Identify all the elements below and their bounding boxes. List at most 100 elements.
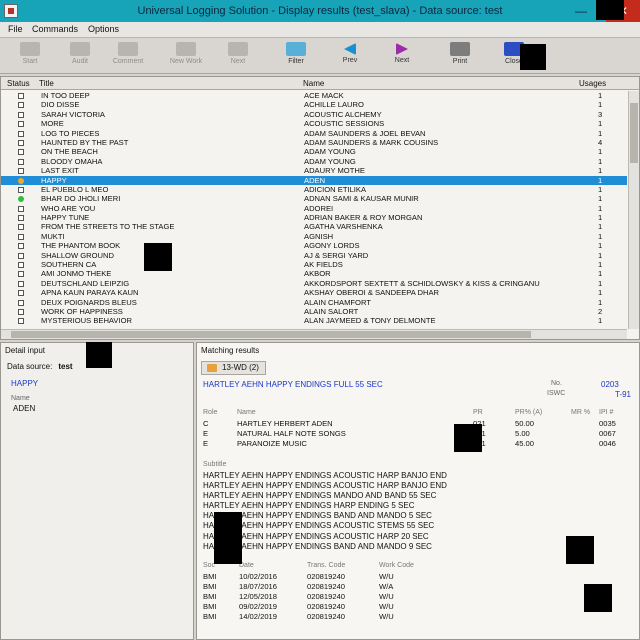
usage-date: 09/02/2019 bbox=[239, 602, 278, 611]
redaction-box bbox=[454, 424, 482, 452]
prev-button[interactable]: Prev bbox=[326, 40, 374, 72]
status-checkbox[interactable] bbox=[18, 215, 24, 222]
status-checkbox[interactable] bbox=[18, 299, 24, 306]
table-row[interactable]: DEUTSCHLAND LEIPZIG AKKORDSPORT SEXTETT &… bbox=[1, 279, 627, 288]
table-row[interactable]: EL PUEBLO L MEO ADICION ETILIKA 1 bbox=[1, 185, 627, 194]
status-checkbox[interactable] bbox=[18, 233, 24, 240]
status-checkbox[interactable] bbox=[18, 252, 24, 259]
table-row[interactable]: AMI JONMO THEKE AKBOR 1 bbox=[1, 269, 627, 278]
tab-work-match[interactable]: 13-WD (2) bbox=[201, 361, 266, 375]
next-button[interactable]: Next bbox=[378, 40, 426, 72]
role-row[interactable]: CHARTLEY HERBERT ADEN02150.000035 bbox=[203, 419, 633, 429]
menu-options[interactable]: Options bbox=[88, 24, 119, 34]
table-row[interactable]: DEUX POIGNARDS BLEUS ALAIN CHAMFORT 1 bbox=[1, 298, 627, 307]
status-checkbox[interactable] bbox=[18, 130, 24, 137]
usage-row[interactable]: BMI 18/07/2016 020819240 W/A bbox=[203, 582, 503, 592]
status-checkbox[interactable] bbox=[18, 290, 24, 297]
table-row[interactable]: MUKTI AGNISH 1 bbox=[1, 232, 627, 241]
menu-commands[interactable]: Commands bbox=[32, 24, 78, 34]
header-status[interactable]: Status bbox=[7, 79, 30, 88]
table-row[interactable]: HAPPY ADEN 1 bbox=[1, 175, 627, 185]
status-checkbox[interactable] bbox=[18, 158, 24, 165]
usage-row[interactable]: BMI 10/02/2016 020819240 W/U bbox=[203, 572, 503, 582]
usage-row[interactable]: BMI 09/02/2019 020819240 W/U bbox=[203, 602, 503, 612]
results-vertical-scrollbar[interactable] bbox=[628, 91, 639, 329]
audit-button[interactable]: Audit bbox=[56, 40, 104, 72]
status-checkbox[interactable] bbox=[18, 102, 24, 109]
table-row[interactable]: MORE ACOUSTIC SESSIONS 1 bbox=[1, 119, 627, 128]
status-checkbox[interactable] bbox=[18, 93, 24, 99]
status-checkbox[interactable] bbox=[18, 168, 24, 175]
comment-button[interactable]: Comment bbox=[104, 40, 152, 72]
table-row[interactable]: IN TOO DEEP ACE MACK 1 bbox=[1, 91, 627, 100]
row-title: DIO DISSE bbox=[41, 100, 80, 110]
menu-file[interactable]: File bbox=[8, 24, 23, 34]
status-checkbox[interactable] bbox=[18, 243, 24, 250]
iswc-value: T-91 bbox=[615, 390, 632, 399]
table-row[interactable]: BHAR DO JHOLI MERI ADNAN SAMI & KAUSAR MU… bbox=[1, 194, 627, 203]
usage-work-code: W/U bbox=[379, 592, 394, 601]
table-row[interactable]: HAUNTED BY THE PAST ADAM SAUNDERS & MARK … bbox=[1, 138, 627, 147]
status-checkbox[interactable] bbox=[18, 271, 24, 278]
status-checkbox[interactable] bbox=[18, 308, 24, 315]
row-title: DEUX POIGNARDS BLEUS bbox=[41, 297, 137, 307]
row-usages: 1 bbox=[598, 250, 603, 260]
table-row[interactable]: THE PHANTOM BOOK AGONY LORDS 1 bbox=[1, 241, 627, 250]
table-row[interactable]: SARAH VICTORIA ACOUSTIC ALCHEMY 3 bbox=[1, 110, 627, 119]
iswc-label: ISWC bbox=[547, 390, 566, 397]
status-checkbox[interactable] bbox=[18, 186, 24, 193]
table-row[interactable]: DIO DISSE ACHILLE LAURO 1 bbox=[1, 100, 627, 109]
scroll-thumb[interactable] bbox=[630, 103, 638, 163]
role-row[interactable]: EPARANOIZE MUSIC02145.000046 bbox=[203, 439, 633, 449]
scroll-thumb[interactable] bbox=[11, 331, 531, 338]
status-checkbox[interactable] bbox=[18, 318, 24, 325]
role-name: NATURAL HALF NOTE SONGS bbox=[237, 429, 346, 438]
table-row[interactable]: LAST EXIT ADAURY MOTHE 1 bbox=[1, 166, 627, 175]
status-checkbox[interactable] bbox=[18, 139, 24, 146]
usage-row[interactable]: BMI 12/05/2018 020819240 W/U bbox=[203, 592, 503, 602]
header-usages[interactable]: Usages bbox=[579, 79, 606, 88]
header-name[interactable]: Name bbox=[303, 79, 324, 88]
detail-input-pane: Detail input Data source: test HAPPY Name… bbox=[0, 342, 194, 640]
print-button[interactable]: Print bbox=[436, 40, 484, 72]
row-usages: 1 bbox=[598, 241, 603, 251]
usage-row[interactable]: BMI 14/02/2019 020819240 W/U bbox=[203, 612, 503, 622]
start-button[interactable]: Start bbox=[6, 40, 54, 72]
next-disabled-button[interactable]: Next bbox=[214, 40, 262, 72]
table-row[interactable]: HAPPY TUNE ADRIAN BAKER & ROY MORGAN 1 bbox=[1, 213, 627, 222]
table-row[interactable]: MYSTERIOUS BEHAVIOR ALAN JAYMEED & TONY D… bbox=[1, 316, 627, 325]
table-row[interactable]: ON THE BEACH ADAM YOUNG 1 bbox=[1, 147, 627, 156]
printer-icon bbox=[450, 42, 470, 56]
redaction-box bbox=[596, 0, 624, 20]
row-title: SOUTHERN CA bbox=[41, 260, 97, 270]
status-checkbox[interactable] bbox=[18, 205, 24, 212]
status-checkbox[interactable] bbox=[18, 224, 24, 231]
row-title: SHALLOW GROUND bbox=[41, 250, 114, 260]
status-checkbox[interactable] bbox=[18, 149, 24, 156]
table-row[interactable]: WORK OF HAPPINESS ALAIN SALORT 2 bbox=[1, 307, 627, 316]
status-checkbox[interactable] bbox=[18, 121, 24, 128]
header-title[interactable]: Title bbox=[39, 79, 54, 88]
row-title: MORE bbox=[41, 119, 64, 129]
row-usages: 1 bbox=[598, 119, 603, 129]
results-list: Status Title Name Usages IN TOO DEEP ACE … bbox=[0, 76, 640, 340]
new-work-button[interactable]: New Work bbox=[162, 40, 210, 72]
status-checkbox[interactable] bbox=[18, 262, 24, 269]
results-horizontal-scrollbar[interactable] bbox=[1, 329, 627, 339]
row-title: DEUTSCHLAND LEIPZIG bbox=[41, 278, 130, 288]
row-title: BLOODY OMAHA bbox=[41, 156, 103, 166]
table-row[interactable]: SHALLOW GROUND AJ & SERGI YARD 1 bbox=[1, 251, 627, 260]
table-row[interactable]: FROM THE STREETS TO THE STAGE AGATHA VARS… bbox=[1, 222, 627, 231]
role-row[interactable]: ENATURAL HALF NOTE SONGS0215.000067 bbox=[203, 429, 633, 439]
table-row[interactable]: SOUTHERN CA AK FIELDS 1 bbox=[1, 260, 627, 269]
filter-icon bbox=[286, 42, 306, 56]
redaction-box bbox=[520, 44, 546, 70]
table-row[interactable]: LOG TO PIECES ADAM SAUNDERS & JOEL BEVAN 1 bbox=[1, 129, 627, 138]
table-row[interactable]: WHO ARE YOU ADOREI 1 bbox=[1, 204, 627, 213]
table-row[interactable]: APNA KAUN PARAYA KAUN AKSHAY OBEROI & SAN… bbox=[1, 288, 627, 297]
table-row[interactable]: BLOODY OMAHA ADAM YOUNG 1 bbox=[1, 157, 627, 166]
status-checkbox[interactable] bbox=[18, 111, 24, 118]
usage-date: 10/02/2016 bbox=[239, 572, 278, 581]
filter-button[interactable]: Filter bbox=[272, 40, 320, 72]
status-checkbox[interactable] bbox=[18, 280, 24, 287]
